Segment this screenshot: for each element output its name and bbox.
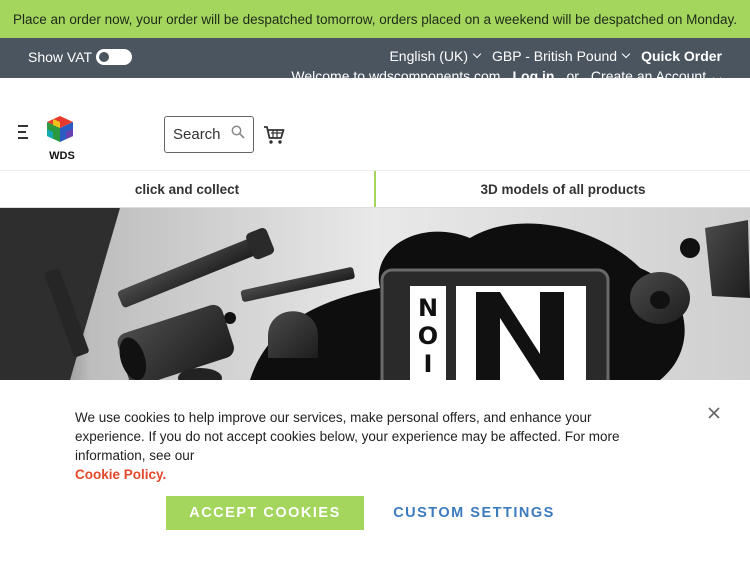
feature-3d-models[interactable]: 3D models of all products — [376, 171, 750, 207]
chevron-down-icon — [621, 49, 631, 59]
language-label: English (UK) — [389, 48, 469, 64]
welcome-text: Welcome to wdscomponents.com — [291, 68, 501, 78]
account-row: Welcome to wdscomponents.com Log in or C… — [291, 68, 722, 78]
vat-toggle[interactable] — [96, 49, 133, 65]
feature-bar: click and collect 3D models of all produ… — [0, 170, 750, 208]
search-input[interactable]: Search — [164, 116, 254, 153]
logo-cube-icon — [47, 116, 73, 142]
create-account-link[interactable]: Create an Account — [591, 68, 722, 78]
svg-text:I: I — [424, 350, 433, 378]
hero-sign-letters: N — [418, 294, 438, 322]
hero-banner[interactable]: N O I — [0, 208, 750, 380]
hamburger-menu-icon[interactable] — [18, 125, 28, 143]
quick-order-link[interactable]: Quick Order — [641, 48, 722, 64]
vat-toggle-group: Show VAT — [28, 49, 133, 65]
vat-label: Show VAT — [28, 49, 93, 65]
chevron-down-icon — [472, 49, 482, 59]
promo-banner: Place an order now, your order will be d… — [0, 0, 750, 38]
logo-text: WDS — [49, 150, 75, 162]
create-account-label: Create an Account — [590, 68, 707, 78]
feature-label: click and collect — [134, 181, 240, 197]
currency-label: GBP - British Pound — [492, 48, 618, 64]
top-links: English (UK) GBP - British Pound Quick O… — [389, 48, 722, 64]
cookie-policy-link[interactable]: Cookie Policy. — [75, 465, 665, 484]
close-icon[interactable] — [707, 406, 721, 420]
cookie-banner: We use cookies to help improve our servi… — [0, 380, 750, 563]
svg-text:O: O — [418, 322, 438, 350]
feature-click-and-collect[interactable]: click and collect — [0, 171, 376, 207]
site-header: WDS Search — [0, 78, 750, 170]
cookie-text: We use cookies to help improve our servi… — [75, 410, 620, 463]
language-selector[interactable]: English (UK) — [389, 48, 482, 64]
custom-settings-button[interactable]: CUSTOM SETTINGS — [386, 496, 562, 530]
cart-icon[interactable] — [263, 125, 285, 145]
currency-selector[interactable]: GBP - British Pound — [492, 48, 631, 64]
search-icon[interactable] — [231, 125, 245, 139]
utility-bar: Show VAT English (UK) GBP - British Poun… — [0, 38, 750, 78]
accept-cookies-button[interactable]: ACCEPT COOKIES — [166, 496, 364, 530]
login-link[interactable]: Log in — [512, 68, 554, 78]
promo-text: Place an order now, your order will be d… — [13, 11, 737, 27]
feature-label: 3D models of all products — [480, 181, 646, 197]
search-placeholder: Search — [173, 126, 221, 143]
hero-image: N O I — [0, 208, 750, 380]
wds-logo[interactable]: WDS — [46, 115, 78, 162]
or-text: or — [566, 68, 579, 78]
cookie-message: We use cookies to help improve our servi… — [75, 408, 665, 484]
